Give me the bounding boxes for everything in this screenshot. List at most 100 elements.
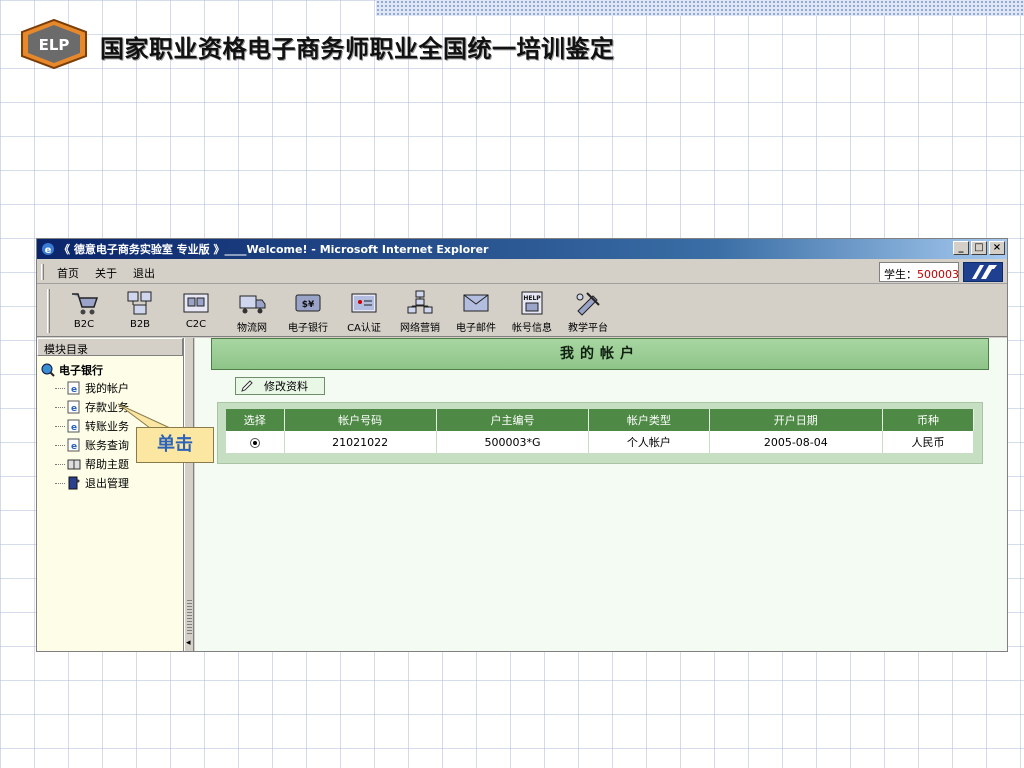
tool-teaching[interactable]: 教学平台 bbox=[563, 289, 613, 335]
account-number-cell: 21021022 bbox=[284, 431, 437, 453]
main-content: 我的帐户 修改资料 选择 帐户号码 户主编号 帐户类型 开户日期 币种 2102… bbox=[195, 338, 1007, 651]
tool-label: B2C bbox=[73, 319, 95, 330]
network-icon bbox=[127, 291, 152, 315]
slide-title: 国家职业资格电子商务师职业全国统一培训鉴定 bbox=[100, 35, 615, 63]
col-header-open-date: 开户日期 bbox=[709, 409, 884, 431]
student-info: 学生：500003 bbox=[879, 262, 959, 282]
menu-about[interactable]: 关于 bbox=[95, 265, 117, 281]
sidebar-item-help[interactable]: 帮助主题 bbox=[55, 456, 129, 472]
elp-logo: ELP bbox=[16, 18, 92, 70]
svg-text:e: e bbox=[71, 385, 77, 395]
sidebar-item-label: 存款业务 bbox=[85, 401, 129, 414]
edit-profile-label: 修改资料 bbox=[264, 380, 308, 393]
svg-text:$¥: $¥ bbox=[302, 300, 315, 310]
teaching-icon bbox=[576, 292, 600, 316]
pencil-icon bbox=[241, 380, 253, 392]
sidebar-item-deposit[interactable]: e 存款业务 bbox=[55, 399, 129, 415]
col-header-account-type: 帐户类型 bbox=[588, 409, 710, 431]
tool-label: 电子邮件 bbox=[456, 323, 496, 334]
frame-splitter[interactable]: ◂ bbox=[184, 338, 194, 651]
student-id: 500003 bbox=[917, 268, 959, 281]
window-title: 《 德意电子商务实验室 专业版 》____Welcome! - Microsof… bbox=[59, 243, 489, 256]
tool-logistics[interactable]: 物流网 bbox=[227, 289, 277, 335]
account-table: 选择 帐户号码 户主编号 帐户类型 开户日期 币种 21021022 50000… bbox=[226, 409, 974, 453]
help-book-icon bbox=[67, 459, 81, 470]
edit-profile-button[interactable]: 修改资料 bbox=[235, 377, 325, 395]
magnifier-globe-icon bbox=[41, 363, 55, 377]
ie-page-icon: e bbox=[67, 381, 80, 395]
toolbar: B2C B2B C2C 物流网 $¥ 电子银行 CA认证 网络营销 电子邮件 H… bbox=[37, 285, 1007, 337]
window-title-bar[interactable]: e 《 德意电子商务实验室 专业版 》____Welcome! - Micros… bbox=[37, 239, 1007, 259]
page-title: 我的帐户 bbox=[211, 338, 989, 370]
ie-logo-icon: e bbox=[42, 243, 54, 256]
decorative-dot-band bbox=[376, 0, 1024, 16]
col-header-select: 选择 bbox=[226, 409, 285, 431]
tool-label: 电子银行 bbox=[288, 323, 328, 334]
collapse-arrow-icon[interactable]: ◂ bbox=[186, 638, 191, 648]
sidebar-item-query[interactable]: e 账务查询 bbox=[55, 437, 129, 453]
tool-label: B2B bbox=[129, 319, 151, 330]
tool-ca[interactable]: CA认证 bbox=[339, 289, 389, 335]
account-table-frame: 选择 帐户号码 户主编号 帐户类型 开户日期 币种 21021022 50000… bbox=[217, 402, 983, 464]
tree-root-label: 电子银行 bbox=[59, 364, 103, 377]
table-header-row: 选择 帐户号码 户主编号 帐户类型 开户日期 币种 bbox=[226, 409, 974, 431]
truck-icon bbox=[239, 295, 266, 314]
help-icon: HELP bbox=[521, 291, 543, 315]
tool-c2c[interactable]: C2C bbox=[171, 289, 221, 335]
minimize-button[interactable]: _ bbox=[953, 241, 969, 255]
tool-mail[interactable]: 电子邮件 bbox=[451, 289, 501, 335]
col-header-currency: 币种 bbox=[882, 409, 974, 431]
tree-root-ebank[interactable]: 电子银行 bbox=[41, 362, 103, 378]
account-type-cell: 个人帐户 bbox=[588, 431, 710, 453]
sidebar-item-my-account[interactable]: e 我的帐户 bbox=[55, 380, 129, 396]
tool-marketing[interactable]: 网络营销 bbox=[395, 289, 445, 335]
maximize-button[interactable]: □ bbox=[971, 241, 987, 255]
certificate-icon bbox=[351, 293, 377, 313]
tool-b2c[interactable]: B2C bbox=[59, 289, 109, 335]
svg-text:e: e bbox=[45, 245, 52, 256]
tool-label: 物流网 bbox=[237, 323, 267, 334]
click-callout: 单击 bbox=[136, 427, 214, 463]
svg-text:HELP: HELP bbox=[523, 295, 541, 302]
tool-label: C2C bbox=[185, 319, 207, 330]
tool-b2b[interactable]: B2B bbox=[115, 289, 165, 335]
bank-icon: $¥ bbox=[295, 294, 321, 312]
brand-logo bbox=[963, 262, 1003, 282]
sidebar-item-label: 账务查询 bbox=[85, 439, 129, 452]
mail-icon bbox=[463, 294, 489, 312]
sidebar-item-label: 退出管理 bbox=[85, 477, 129, 490]
sidebar-item-label: 帮助主题 bbox=[85, 458, 129, 471]
tool-label: 网络营销 bbox=[400, 323, 440, 334]
student-label: 学生： bbox=[884, 268, 917, 281]
ie-page-icon: e bbox=[67, 438, 80, 452]
col-header-owner-id: 户主编号 bbox=[436, 409, 590, 431]
sidebar-item-transfer[interactable]: e 转账业务 bbox=[55, 418, 129, 434]
currency-cell: 人民币 bbox=[882, 431, 974, 453]
account-radio[interactable] bbox=[249, 437, 260, 448]
ie-page-icon: e bbox=[67, 419, 80, 433]
col-header-account-number: 帐户号码 bbox=[284, 409, 437, 431]
owner-id-cell: 500003*G bbox=[436, 431, 590, 453]
sidebar-item-exit[interactable]: 退出管理 bbox=[55, 475, 129, 491]
sidebar-item-label: 我的帐户 bbox=[85, 382, 129, 395]
sidebar-item-label: 转账业务 bbox=[85, 420, 129, 433]
menu-home[interactable]: 首页 bbox=[57, 265, 79, 281]
marketing-icon bbox=[407, 290, 433, 314]
tool-label: CA认证 bbox=[347, 323, 381, 334]
tool-ebank[interactable]: $¥ 电子银行 bbox=[283, 289, 333, 335]
svg-text:e: e bbox=[71, 442, 77, 452]
menu-logout[interactable]: 退出 bbox=[133, 265, 155, 281]
exit-icon bbox=[68, 476, 80, 490]
menu-bar: 首页 关于 退出 学生：500003 bbox=[37, 260, 1007, 284]
ie-page-icon: e bbox=[67, 400, 80, 414]
logo-text: ELP bbox=[39, 36, 70, 54]
c2c-icon bbox=[183, 293, 209, 313]
tool-label: 帐号信息 bbox=[512, 323, 552, 334]
cart-icon bbox=[72, 293, 99, 315]
close-button[interactable]: × bbox=[989, 241, 1005, 255]
table-row[interactable]: 21021022 500003*G 个人帐户 2005-08-04 人民币 bbox=[226, 431, 974, 453]
splitter-grip[interactable] bbox=[187, 600, 192, 634]
toolbar-grip bbox=[47, 289, 50, 333]
tool-account-info[interactable]: HELP 帐号信息 bbox=[507, 289, 557, 335]
open-date-cell: 2005-08-04 bbox=[709, 431, 884, 453]
